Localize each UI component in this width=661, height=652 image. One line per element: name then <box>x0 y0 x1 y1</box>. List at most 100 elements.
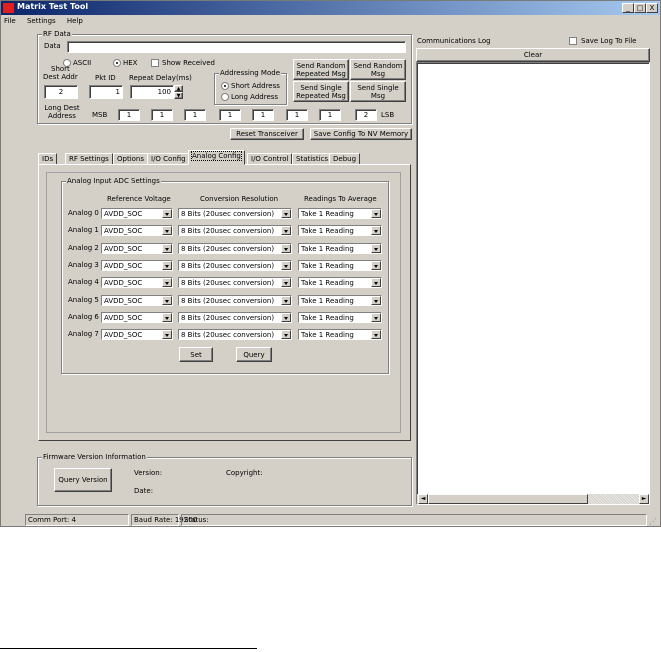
scroll-right-icon[interactable]: ► <box>639 494 649 504</box>
chevron-down-icon[interactable] <box>162 278 172 287</box>
long-address-byte-7[interactable]: 2 <box>355 109 377 121</box>
readings-to-average-select[interactable]: Take 1 Reading <box>298 225 382 236</box>
dest-addr-input[interactable]: 2 <box>44 85 78 99</box>
reference-voltage-select[interactable]: AVDD_SOC <box>101 260 173 271</box>
long-address-byte-1[interactable]: 1 <box>151 109 173 121</box>
chevron-down-icon[interactable] <box>162 296 172 305</box>
title-bar[interactable]: Matrix Test Tool _ □ X <box>1 1 660 15</box>
reference-voltage-select[interactable]: AVDD_SOC <box>101 225 173 236</box>
chevron-down-icon[interactable] <box>371 313 381 322</box>
chevron-down-icon[interactable] <box>162 244 172 253</box>
long-address-byte-3[interactable]: 1 <box>219 109 241 121</box>
chevron-down-icon[interactable] <box>281 226 291 235</box>
chevron-down-icon[interactable] <box>162 209 172 218</box>
readings-to-average-select[interactable]: Take 1 Reading <box>298 329 382 340</box>
conversion-resolution-select[interactable]: 8 Bits (20usec conversion) <box>178 225 292 236</box>
chevron-down-icon[interactable] <box>281 244 291 253</box>
save-log-label: Save Log To File <box>581 37 637 45</box>
chevron-down-icon[interactable] <box>371 261 381 270</box>
show-received-checkbox[interactable] <box>151 59 159 67</box>
clear-button[interactable]: Clear <box>416 48 650 62</box>
conversion-resolution-select[interactable]: 8 Bits (20usec conversion) <box>178 312 292 323</box>
reset-transceiver-button[interactable]: Reset Transceiver <box>230 128 304 140</box>
readings-to-average-select-value: Take 1 Reading <box>301 297 354 305</box>
long-address-byte-4[interactable]: 1 <box>252 109 274 121</box>
pkt-id-input[interactable]: 1 <box>89 85 123 99</box>
readings-to-average-select[interactable]: Take 1 Reading <box>298 277 382 288</box>
readings-to-average-select-value: Take 1 Reading <box>301 331 354 339</box>
menu-file[interactable]: File <box>4 17 16 25</box>
maximize-button[interactable]: □ <box>634 3 646 13</box>
chevron-down-icon[interactable] <box>281 278 291 287</box>
long-address-byte-6[interactable]: 1 <box>319 109 341 121</box>
send-random-repeated-button[interactable]: Send Random Repeated Msg <box>293 59 349 80</box>
chevron-down-icon[interactable] <box>162 226 172 235</box>
footnote-divider <box>0 648 257 649</box>
close-button[interactable]: X <box>646 3 658 13</box>
chevron-down-icon[interactable] <box>162 313 172 322</box>
chevron-down-icon[interactable] <box>281 313 291 322</box>
send-random-msg-button[interactable]: Send Random Msg <box>350 59 406 80</box>
chevron-down-icon[interactable] <box>371 296 381 305</box>
conversion-resolution-select[interactable]: 8 Bits (20usec conversion) <box>178 260 292 271</box>
save-config-button[interactable]: Save Config To NV Memory <box>310 128 412 140</box>
chevron-down-icon[interactable] <box>371 226 381 235</box>
reference-voltage-select[interactable]: AVDD_SOC <box>101 208 173 219</box>
chevron-down-icon[interactable] <box>281 330 291 339</box>
conversion-resolution-select[interactable]: 8 Bits (20usec conversion) <box>178 208 292 219</box>
tab-analog-config-label: Analog Config <box>191 151 242 161</box>
send-single-repeated-button[interactable]: Send Single Repeated Msg <box>293 81 349 102</box>
chevron-down-icon[interactable] <box>371 244 381 253</box>
hex-radio[interactable] <box>113 59 121 67</box>
data-input[interactable] <box>67 41 406 53</box>
minimize-button[interactable]: _ <box>622 3 634 13</box>
readings-to-average-select[interactable]: Take 1 Reading <box>298 243 382 254</box>
conversion-resolution-select[interactable]: 8 Bits (20usec conversion) <box>178 329 292 340</box>
repeat-delay-input[interactable]: 100 <box>130 85 174 99</box>
menu-help[interactable]: Help <box>67 17 83 25</box>
show-received-label: Show Received <box>162 59 215 67</box>
repeat-delay-down-button[interactable]: ▼ <box>174 92 183 99</box>
readings-to-average-select[interactable]: Take 1 Reading <box>298 260 382 271</box>
log-scroll-thumb[interactable] <box>428 494 588 504</box>
chevron-down-icon[interactable] <box>371 330 381 339</box>
readings-to-average-select[interactable]: Take 1 Reading <box>298 208 382 219</box>
reference-voltage-select[interactable]: AVDD_SOC <box>101 295 173 306</box>
analog-row-label: Analog 6 <box>68 313 99 321</box>
comm-log-textarea[interactable] <box>416 62 650 505</box>
chevron-down-icon[interactable] <box>371 209 381 218</box>
set-button[interactable]: Set <box>179 347 213 362</box>
reference-voltage-select[interactable]: AVDD_SOC <box>101 243 173 254</box>
long-address-byte-0[interactable]: 1 <box>118 109 140 121</box>
reference-voltage-select[interactable]: AVDD_SOC <box>101 329 173 340</box>
chevron-down-icon[interactable] <box>281 261 291 270</box>
save-log-checkbox[interactable] <box>569 37 577 45</box>
reference-voltage-select[interactable]: AVDD_SOC <box>101 277 173 288</box>
conversion-resolution-select[interactable]: 8 Bits (20usec conversion) <box>178 243 292 254</box>
menu-settings[interactable]: Settings <box>27 17 56 25</box>
readings-to-average-select[interactable]: Take 1 Reading <box>298 312 382 323</box>
conversion-resolution-select[interactable]: 8 Bits (20usec conversion) <box>178 295 292 306</box>
chevron-down-icon[interactable] <box>162 330 172 339</box>
long-address-byte-5[interactable]: 1 <box>286 109 308 121</box>
conversion-resolution-select[interactable]: 8 Bits (20usec conversion) <box>178 277 292 288</box>
scroll-left-icon[interactable]: ◄ <box>418 494 428 504</box>
tab-analog-config[interactable]: Analog Config <box>188 150 245 165</box>
long-address-radio[interactable] <box>221 93 229 101</box>
reference-voltage-select-value: AVDD_SOC <box>104 331 143 339</box>
send-single-msg-button[interactable]: Send Single Msg <box>350 81 406 102</box>
query-button[interactable]: Query <box>236 347 272 362</box>
analog-row-label: Analog 2 <box>68 244 99 252</box>
chevron-down-icon[interactable] <box>281 209 291 218</box>
resize-grip-icon[interactable]: ⋰ <box>649 517 657 526</box>
short-address-radio[interactable] <box>221 82 229 90</box>
chevron-down-icon[interactable] <box>371 278 381 287</box>
query-version-button[interactable]: Query Version <box>54 468 112 492</box>
long-address-byte-2[interactable]: 1 <box>184 109 206 121</box>
chevron-down-icon[interactable] <box>281 296 291 305</box>
reference-voltage-select-value: AVDD_SOC <box>104 245 143 253</box>
chevron-down-icon[interactable] <box>162 261 172 270</box>
analog-row-label: Analog 5 <box>68 296 99 304</box>
reference-voltage-select[interactable]: AVDD_SOC <box>101 312 173 323</box>
readings-to-average-select[interactable]: Take 1 Reading <box>298 295 382 306</box>
